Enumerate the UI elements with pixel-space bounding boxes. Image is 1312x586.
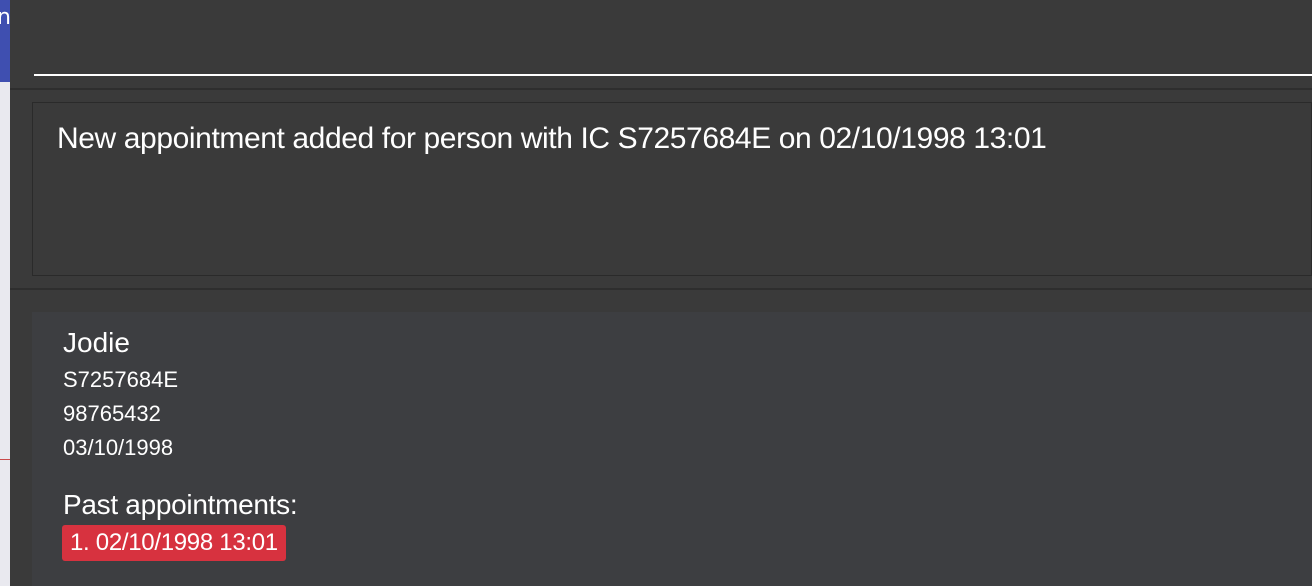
past-appointments-label: Past appointments: (63, 489, 298, 520)
person-date: 03/10/1998 (63, 435, 174, 460)
adjacent-window-header: n (0, 0, 11, 82)
adjacent-window-divider (0, 459, 10, 460)
divider (10, 88, 1312, 90)
main-panel: New appointment added for person with IC… (10, 0, 1312, 586)
person-name: Jodie (63, 327, 130, 358)
result-display[interactable]: New appointment added for person with IC… (32, 102, 1312, 276)
divider (10, 288, 1312, 290)
command-box (10, 0, 1312, 88)
past-appointment-tag: 1. 02/10/1998 13:01 (62, 525, 286, 561)
command-input[interactable] (34, 18, 1312, 76)
adjacent-window-edge: n (0, 0, 11, 586)
result-message: New appointment added for person with IC… (57, 122, 1047, 155)
person-ic: S7257684E (63, 367, 178, 392)
person-phone: 98765432 (63, 401, 161, 426)
person-card[interactable]: Jodie S7257684E 98765432 03/10/1998 Past… (32, 312, 1312, 586)
